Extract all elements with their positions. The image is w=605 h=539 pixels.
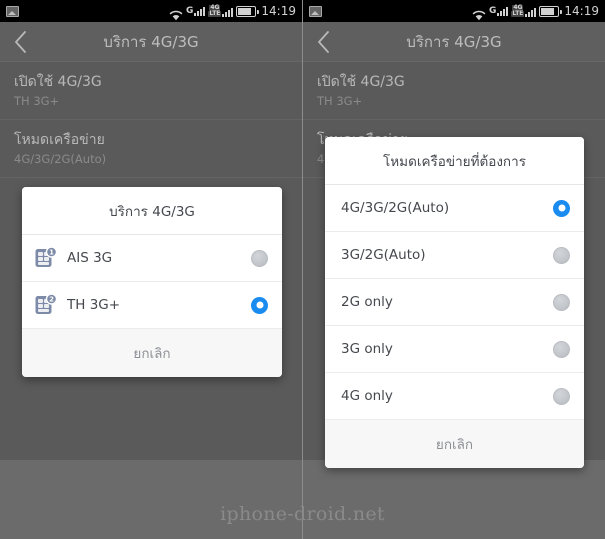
option-row-4g-only[interactable]: 4G only [325,373,584,420]
option-label: 4G only [341,388,393,404]
option-row-2g-only[interactable]: 2G only [325,279,584,326]
sim-selection-dialog: บริการ 4G/3G 1 AIS 3G 2 TH 3G+ ยกเลิก [22,187,282,377]
dialog-options-left: 1 AIS 3G 2 TH 3G+ [22,235,282,329]
option-label: 2G only [341,294,393,310]
cancel-button-left[interactable]: ยกเลิก [22,329,282,377]
watermark: iphone-droid.net [220,503,385,525]
radio-button-4g3g2g-auto[interactable] [553,199,570,217]
right-phone-screenshot: G 4G LTE 14:19 บริการ 4G/3G เปิดใช้ 4G/3… [303,0,605,539]
option-label: 4G/3G/2G(Auto) [341,200,450,216]
radio-button-th-3g-plus[interactable] [251,296,268,314]
radio-button-2g-only[interactable] [553,293,570,311]
phone-screen-left: G 4G LTE 14:19 บริการ 4G/3G เปิดใช้ 4G/3… [0,0,302,460]
dialog-options-right: 4G/3G/2G(Auto) 3G/2G(Auto) 2G only 3G on… [325,185,584,420]
sim-card-2-icon: 2 [34,293,58,317]
cancel-button-right[interactable]: ยกเลิก [325,420,584,468]
option-label: TH 3G+ [67,297,121,313]
sim-card-1-icon: 1 [34,246,58,270]
dialog-title-left: บริการ 4G/3G [22,187,282,235]
phone-screen-right: G 4G LTE 14:19 บริการ 4G/3G เปิดใช้ 4G/3… [303,0,605,468]
left-phone-screenshot: G 4G LTE 14:19 บริการ 4G/3G เปิดใช้ 4G/3… [0,0,302,539]
svg-text:1: 1 [49,249,54,257]
option-row-ais-3g[interactable]: 1 AIS 3G [22,235,282,282]
bottom-area-right [303,460,605,539]
panel-divider [302,0,303,539]
option-label: 3G only [341,341,393,357]
option-label: AIS 3G [67,250,113,266]
bottom-area-left [0,460,302,539]
dialog-title-right: โหมดเครือข่ายที่ต้องการ [325,137,584,185]
option-row-3g-only[interactable]: 3G only [325,326,584,373]
option-row-4g3g2g-auto[interactable]: 4G/3G/2G(Auto) [325,185,584,232]
screenshot-root: G 4G LTE 14:19 บริการ 4G/3G เปิดใช้ 4G/3… [0,0,605,539]
radio-button-3g2g-auto[interactable] [553,246,570,264]
option-row-th-3g-plus[interactable]: 2 TH 3G+ [22,282,282,329]
svg-text:2: 2 [49,296,54,304]
option-row-3g2g-auto[interactable]: 3G/2G(Auto) [325,232,584,279]
radio-button-3g-only[interactable] [553,340,570,358]
radio-button-ais-3g[interactable] [251,249,268,267]
network-mode-dialog: โหมดเครือข่ายที่ต้องการ 4G/3G/2G(Auto) 3… [325,137,584,468]
radio-button-4g-only[interactable] [553,387,570,405]
option-label: 3G/2G(Auto) [341,247,426,263]
